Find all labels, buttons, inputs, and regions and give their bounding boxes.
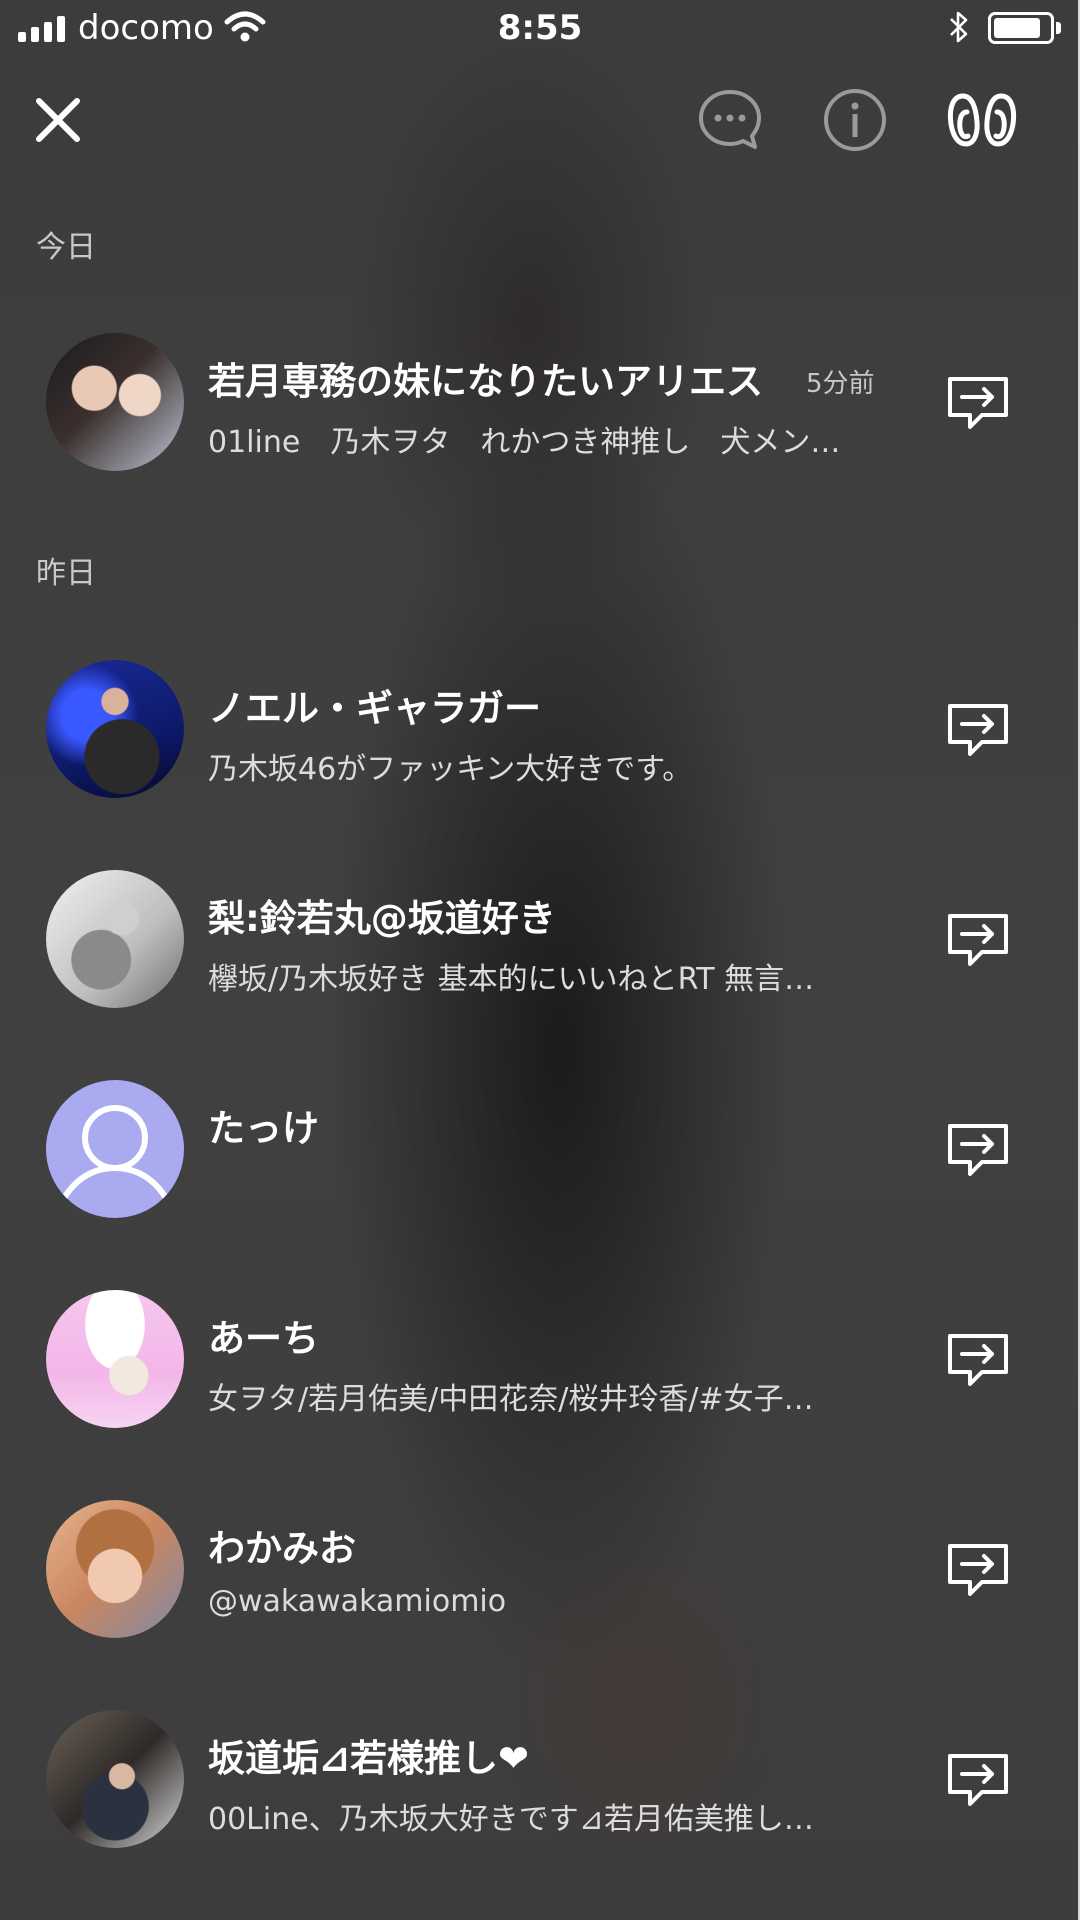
list-item[interactable]: ノエル・ギャラガー 乃木坂46がファッキン大好きです。 <box>0 660 1080 800</box>
message-button[interactable] <box>946 1120 1010 1180</box>
top-bar <box>0 80 1080 170</box>
footprint-icon <box>947 93 1017 147</box>
share-arrow-icon <box>948 1754 1008 1806</box>
user-description: 乃木坂46がファッキン大好きです。 <box>208 752 693 787</box>
timestamp: 5分前 <box>806 369 875 399</box>
user-name: ノエル・ギャラガー <box>208 687 541 730</box>
info-button[interactable] <box>818 80 892 160</box>
list-item[interactable]: 若月専務の妹になりたいアリエス 5分前 01line 乃木ヲタ れかつき神推し … <box>0 333 1080 473</box>
user-name: たっけ <box>208 1107 319 1150</box>
message-button[interactable] <box>946 1540 1010 1600</box>
avatar-default <box>46 1080 184 1218</box>
list-item[interactable]: わかみお @wakawakamiomio <box>0 1500 1080 1640</box>
user-description: 01line 乃木ヲタ れかつき神推し 犬メン… <box>208 425 841 460</box>
share-arrow-icon <box>948 1124 1008 1176</box>
close-button[interactable] <box>24 80 92 160</box>
default-user-icon <box>61 1105 169 1201</box>
user-name: 若月専務の妹になりたいアリエス <box>208 360 763 403</box>
list-item[interactable]: あーち 女ヲタ/若月佑美/中田花奈/桜井玲香/#女子… <box>0 1290 1080 1430</box>
share-arrow-icon <box>948 704 1008 756</box>
message-button[interactable] <box>946 373 1010 433</box>
info-icon <box>824 89 886 151</box>
message-button[interactable] <box>946 1330 1010 1390</box>
section-label-yesterday: 昨日 <box>36 556 96 591</box>
user-name: 坂道垢⊿若様推し❤ <box>208 1737 530 1780</box>
message-button[interactable] <box>946 1750 1010 1810</box>
avatar <box>46 1500 184 1638</box>
bluetooth-icon <box>950 11 968 43</box>
user-name: 梨:鈴若丸@坂道好き <box>208 897 556 940</box>
status-bar: docomo 8:55 <box>0 0 1080 58</box>
chat-button[interactable] <box>692 80 768 160</box>
battery-icon <box>988 12 1054 44</box>
share-arrow-icon <box>948 377 1008 429</box>
user-description: @wakawakamiomio <box>208 1584 507 1619</box>
avatar <box>46 1290 184 1428</box>
avatar <box>46 870 184 1008</box>
avatar <box>46 660 184 798</box>
chat-bubble-icon <box>699 90 761 149</box>
avatar <box>46 1710 184 1848</box>
close-icon <box>36 98 80 142</box>
battery-level <box>994 18 1040 38</box>
user-description: 欅坂/乃木坂好き 基本的にいいねとRT 無言… <box>208 962 815 997</box>
list-item[interactable]: 坂道垢⊿若様推し❤ 00Line、乃木坂大好きです⊿若月佑美推し… <box>0 1710 1080 1850</box>
footprint-button[interactable] <box>944 80 1020 160</box>
section-label-today: 今日 <box>36 230 96 265</box>
clock: 8:55 <box>497 8 583 48</box>
share-arrow-icon <box>948 1334 1008 1386</box>
user-name: あーち <box>208 1317 319 1360</box>
share-arrow-icon <box>948 914 1008 966</box>
list-item[interactable]: たっけ <box>0 1080 1080 1220</box>
share-arrow-icon <box>948 1544 1008 1596</box>
user-description: 女ヲタ/若月佑美/中田花奈/桜井玲香/#女子… <box>208 1382 814 1417</box>
list-item[interactable]: 梨:鈴若丸@坂道好き 欅坂/乃木坂好き 基本的にいいねとRT 無言… <box>0 870 1080 1010</box>
avatar <box>46 333 184 471</box>
message-button[interactable] <box>946 910 1010 970</box>
battery-tip <box>1056 22 1061 34</box>
message-button[interactable] <box>946 700 1010 760</box>
user-name: わかみお <box>208 1527 356 1570</box>
user-description: 00Line、乃木坂大好きです⊿若月佑美推し… <box>208 1802 814 1837</box>
